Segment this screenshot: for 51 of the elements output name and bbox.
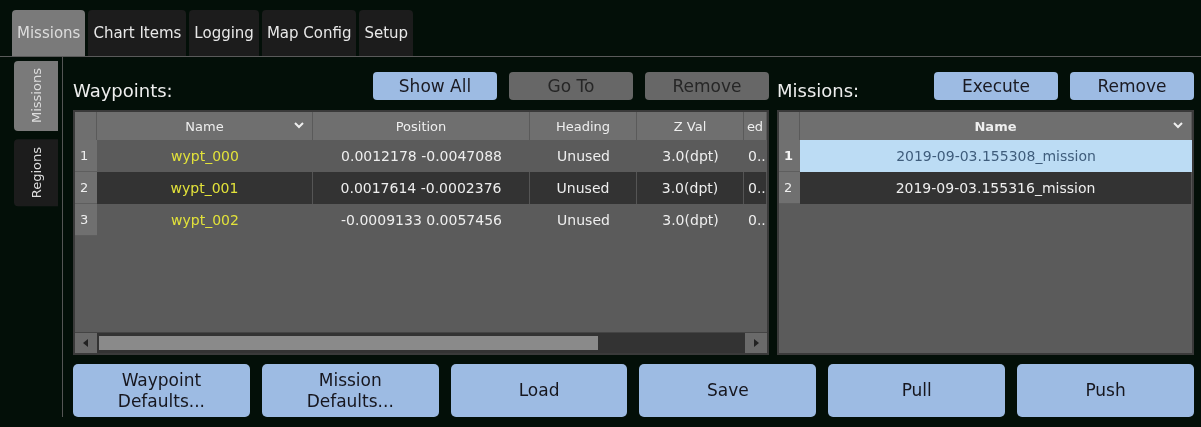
action-button[interactable]: Load (450, 364, 628, 417)
table-cell-text: 0.. (747, 211, 767, 230)
action-button[interactable]: Push (1017, 364, 1194, 417)
row-number: 2 (75, 172, 97, 204)
action-button[interactable]: Show All (373, 72, 497, 100)
table-cell: 0.. (744, 172, 767, 204)
table-row[interactable]: 2 2019-09-03.155316_mission (779, 172, 1192, 204)
tab[interactable]: Logging (189, 10, 259, 56)
table-row[interactable]: 2 wypt_001 0.0017614 -0.0002376 Unused 3.0(dpt) 0.. (75, 172, 767, 204)
table-cell: Unused (530, 172, 637, 204)
tab[interactable]: Chart Items (88, 10, 187, 56)
action-button[interactable]: Remove (1070, 72, 1194, 100)
table-cell-text: Unused (556, 147, 611, 166)
table-cell-text: 2019-09-03.155308_mission (895, 147, 1097, 166)
table-cell-text: 3.0(dpt) (661, 211, 720, 230)
action-button[interactable]: Save (639, 364, 817, 417)
table-row[interactable]: 1 wypt_000 0.0012178 -0.0047088 Unused 3.0(dpt) 0.. (75, 140, 767, 172)
table-cell-text: wypt_002 (170, 211, 240, 230)
table-cell-text: 3.0(dpt) (661, 147, 720, 166)
left-arrow-icon[interactable] (83, 339, 89, 347)
action-button[interactable]: Execute (934, 72, 1058, 100)
column-header[interactable]: Heading (530, 112, 637, 140)
row-number: 3 (75, 204, 97, 236)
table-row[interactable]: 1 2019-09-03.155308_mission (779, 140, 1192, 172)
table-row[interactable]: 3 wypt_002 -0.0009133 0.0057456 Unused 3.0(dpt) 0.. (75, 204, 767, 236)
column-header[interactable]: Position (313, 112, 530, 140)
row-number: 1 (779, 140, 800, 172)
table-cell-text: wypt_000 (170, 147, 240, 166)
table-cell-text: Unused (556, 211, 611, 230)
right-arrow-icon[interactable] (753, 339, 759, 347)
tab[interactable]: Map Config (261, 10, 357, 56)
tab[interactable]: Setup (359, 10, 414, 56)
row-number: 2 (779, 172, 800, 204)
table-cell: 3.0(dpt) (637, 172, 744, 204)
column-header[interactable]: Name (97, 112, 313, 140)
side-tab[interactable]: Regions (14, 139, 58, 207)
table-cell-text: 0.. (747, 147, 767, 166)
action-button[interactable]: Pull (828, 364, 1006, 417)
action-button[interactable]: Waypoint Defaults... (73, 364, 250, 417)
table-cell: 2019-09-03.155316_mission (800, 172, 1192, 204)
section-title: Missions: (777, 79, 860, 101)
table-cell: wypt_001 (97, 172, 313, 204)
row-number: 1 (75, 140, 97, 172)
horizontal-scrollbar[interactable] (75, 332, 767, 353)
table-cell-text: 0.0012178 -0.0047088 (340, 147, 503, 166)
section-title: Waypoints: (73, 79, 173, 101)
table-cell-text: -0.0009133 0.0057456 (340, 211, 503, 230)
action-button[interactable]: Mission Defaults... (261, 364, 439, 417)
column-header[interactable]: ed (744, 112, 767, 140)
column-header[interactable]: Z Val (637, 112, 744, 140)
table-cell: 0.0017614 -0.0002376 (313, 172, 530, 204)
